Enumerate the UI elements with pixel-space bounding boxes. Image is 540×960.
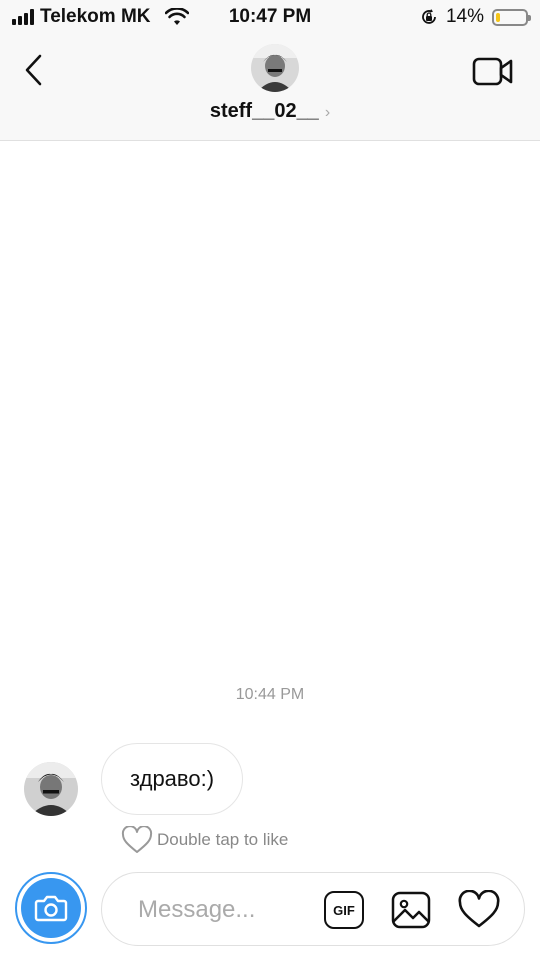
message-timestamp: 10:44 PM	[235, 686, 305, 703]
orientation-lock-icon	[422, 9, 436, 24]
header-avatar[interactable]	[251, 44, 299, 92]
back-button[interactable]	[20, 50, 50, 90]
chevron-right-icon: ›	[324, 104, 331, 121]
camera-button[interactable]	[15, 872, 87, 944]
avatar-photo	[251, 44, 299, 92]
battery-level	[496, 12, 500, 22]
video-call-button[interactable]	[472, 54, 514, 88]
header-username[interactable]: steff__02__ ›	[0, 100, 540, 123]
gallery-button[interactable]	[390, 890, 432, 930]
message-composer: GIF	[101, 872, 525, 946]
message-bubble[interactable]: здраво:)	[101, 743, 244, 815]
username-text: steff__02__	[209, 100, 319, 122]
message-input[interactable]	[136, 891, 310, 929]
gif-label: GIF	[333, 902, 355, 918]
avatar-photo	[24, 762, 78, 816]
sender-avatar[interactable]	[24, 762, 78, 816]
message-text: здраво:)	[130, 766, 215, 791]
double-tap-hint: Double tap to like	[121, 826, 288, 854]
battery-icon	[492, 8, 531, 26]
heart-button[interactable]	[457, 890, 501, 930]
camera-button-fill	[21, 878, 81, 938]
status-right: 14%	[420, 6, 531, 28]
camera-icon	[34, 895, 68, 922]
like-hint-text: Double tap to like	[157, 830, 289, 849]
heart-outline-icon	[121, 826, 153, 853]
chat-header: steff__02__ ›	[0, 36, 540, 141]
gif-button[interactable]: GIF	[324, 891, 364, 929]
battery-percent: 14%	[445, 6, 484, 27]
status-bar: Telekom MK 10:47 PM 14%	[0, 0, 540, 36]
